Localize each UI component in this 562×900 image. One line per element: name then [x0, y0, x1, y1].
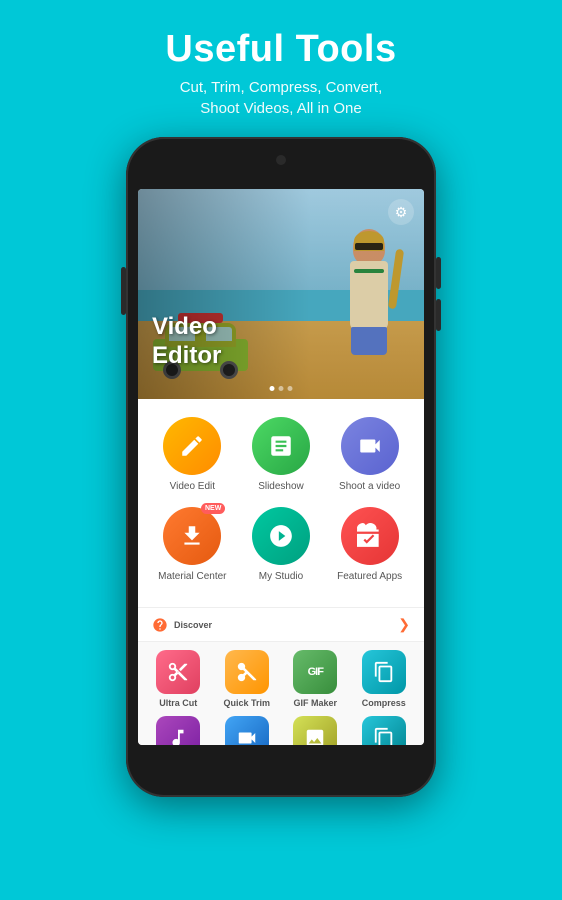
video-to-mp3-icon — [156, 716, 200, 745]
tapslide-icon — [362, 716, 406, 745]
gallery-icon — [293, 716, 337, 745]
power-button — [121, 267, 126, 315]
front-camera — [276, 155, 286, 165]
tools-row-2: NEW Material Center My Studio — [148, 507, 414, 583]
gif-maker-icon: GIF — [293, 650, 337, 694]
tool-slideshow[interactable]: Slideshow — [242, 417, 320, 493]
my-studio-icon — [252, 507, 310, 565]
new-badge: NEW — [201, 503, 225, 514]
discover-row-2: Video to MP3 Transcode Gallery — [144, 716, 418, 745]
slideshow-icon — [252, 417, 310, 475]
app-tapslide[interactable]: TapSlide — [354, 716, 414, 745]
app-gallery[interactable]: Gallery — [285, 716, 345, 745]
material-center-icon: NEW — [163, 507, 221, 565]
volume-up-button — [436, 257, 441, 289]
app-compress[interactable]: Compress — [354, 650, 414, 708]
tools-grid: Video Edit Slideshow Shoot a video — [138, 399, 424, 607]
hero-subtitle: Cut, Trim, Compress, Convert,Shoot Video… — [165, 77, 396, 119]
shoot-video-label: Shoot a video — [339, 481, 400, 493]
discover-arrow-icon: ❯ — [398, 616, 410, 633]
ultra-cut-icon — [156, 650, 200, 694]
tool-featured-apps[interactable]: Featured Apps — [331, 507, 409, 583]
dot-2 — [279, 386, 284, 391]
app-ultra-cut[interactable]: Ultra Cut — [148, 650, 208, 708]
quick-trim-label: Quick Trim — [223, 698, 270, 708]
screen-header: Video Editor ⚙ — [138, 189, 424, 399]
my-studio-label: My Studio — [259, 571, 303, 583]
dot-1 — [270, 386, 275, 391]
volume-down-button — [436, 299, 441, 331]
discover-apps: Ultra Cut Quick Trim GIF GIF Maker — [138, 642, 424, 745]
transcode-icon — [225, 716, 269, 745]
slideshow-label: Slideshow — [258, 481, 304, 493]
phone-body: Video Editor ⚙ — [126, 137, 436, 797]
discover-bar[interactable]: Discover ❯ — [138, 607, 424, 642]
phone-mockup: Video Editor ⚙ — [126, 137, 436, 797]
header-video-editor-title: Video Editor — [152, 313, 221, 371]
tool-shoot-video[interactable]: Shoot a video — [331, 417, 409, 493]
ultra-cut-label: Ultra Cut — [159, 698, 197, 708]
carousel-dots — [270, 386, 293, 391]
app-gif-maker[interactable]: GIF GIF Maker — [285, 650, 345, 708]
gif-maker-label: GIF Maker — [293, 698, 337, 708]
app-quick-trim[interactable]: Quick Trim — [217, 650, 277, 708]
hero-title: Useful Tools — [165, 28, 396, 71]
tool-my-studio[interactable]: My Studio — [242, 507, 320, 583]
tools-row-1: Video Edit Slideshow Shoot a video — [148, 417, 414, 493]
compress-label: Compress — [362, 698, 406, 708]
app-transcode[interactable]: Transcode — [217, 716, 277, 745]
video-edit-label: Video Edit — [170, 481, 215, 493]
video-edit-icon — [163, 417, 221, 475]
dot-3 — [288, 386, 293, 391]
quick-trim-icon — [225, 650, 269, 694]
featured-apps-icon — [341, 507, 399, 565]
material-center-label: Material Center — [158, 571, 226, 583]
phone-screen: Video Editor ⚙ — [138, 189, 424, 745]
shoot-video-icon — [341, 417, 399, 475]
discover-label: Discover — [152, 617, 212, 633]
discover-row-1: Ultra Cut Quick Trim GIF GIF Maker — [144, 650, 418, 708]
settings-icon[interactable]: ⚙ — [388, 199, 414, 225]
compress-icon — [362, 650, 406, 694]
tool-video-edit[interactable]: Video Edit — [153, 417, 231, 493]
tool-material-center[interactable]: NEW Material Center — [153, 507, 231, 583]
hero-section: Useful Tools Cut, Trim, Compress, Conver… — [165, 0, 396, 137]
featured-apps-label: Featured Apps — [337, 571, 402, 583]
app-video-to-mp3[interactable]: Video to MP3 — [148, 716, 208, 745]
